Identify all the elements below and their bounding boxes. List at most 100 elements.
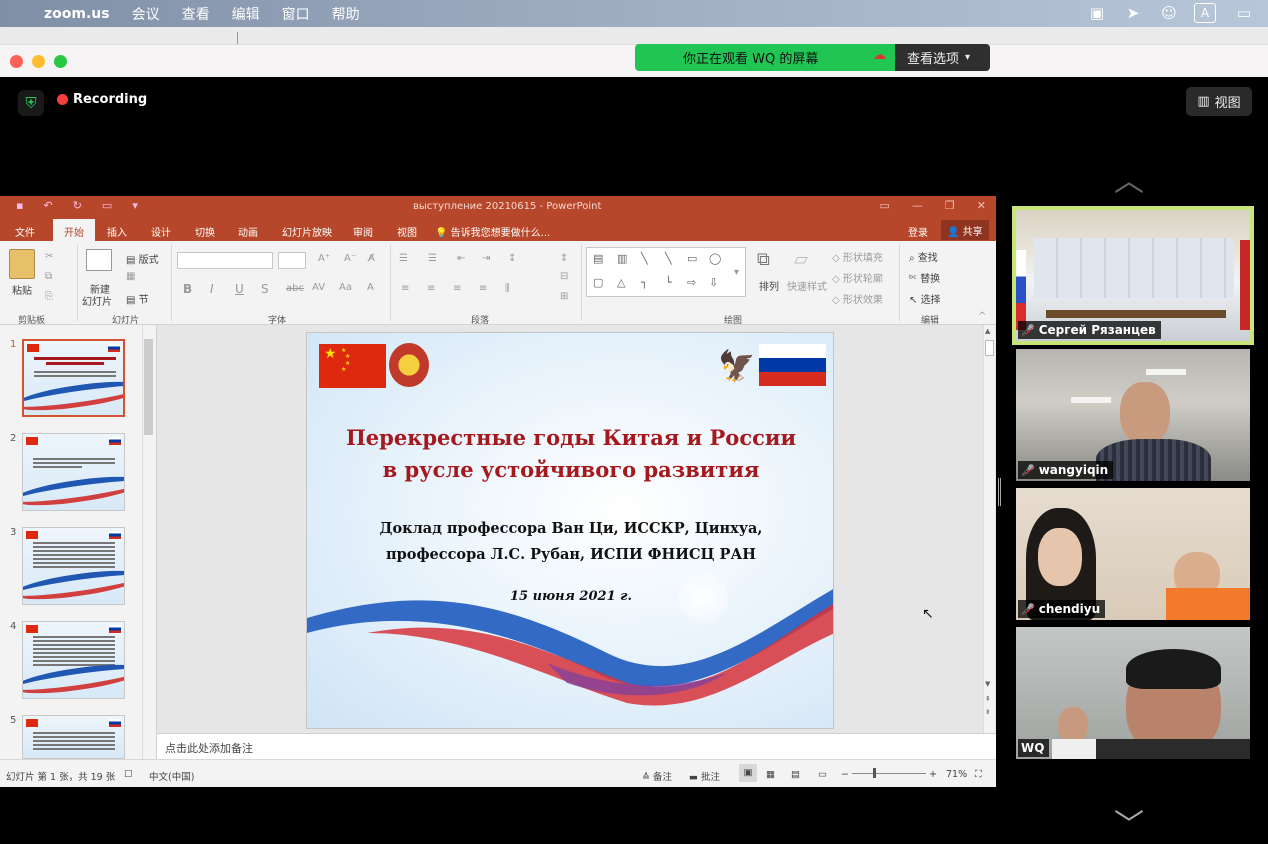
- tab-home[interactable]: 开始: [53, 219, 95, 241]
- columns-icon[interactable]: ⫼: [505, 283, 510, 294]
- slide-scrollbar[interactable]: ▲ ▼ ⇞ ⇟: [983, 325, 995, 733]
- tell-me-box[interactable]: 💡 告诉我您想要做什么...: [435, 224, 550, 239]
- ppt-minimize-icon[interactable]: —: [912, 199, 923, 212]
- triangle-shape-icon[interactable]: △: [617, 276, 625, 289]
- slide-thumbnail-4[interactable]: [22, 621, 125, 699]
- align-center-icon[interactable]: ≡: [427, 283, 435, 294]
- language-status[interactable]: 中文(中国): [149, 769, 194, 783]
- italic-icon[interactable]: I: [210, 282, 214, 296]
- connector-shape-icon[interactable]: ┐: [641, 276, 648, 289]
- normal-view-icon[interactable]: ▣: [739, 764, 757, 782]
- comments-toggle[interactable]: ▬ 批注: [689, 769, 720, 783]
- shape-fill-button[interactable]: ◇ 形状填充: [832, 249, 883, 264]
- chevron-up-icon[interactable]: ︿: [1114, 156, 1144, 200]
- replace-button[interactable]: ᵇᶜ 替换: [909, 270, 940, 285]
- start-slideshow-icon[interactable]: ▭: [102, 199, 112, 212]
- decrease-indent-icon[interactable]: ⇤: [457, 253, 465, 264]
- chevron-down-icon[interactable]: ﹀: [1114, 800, 1144, 844]
- arrange-icon[interactable]: ⧉: [757, 249, 770, 270]
- tab-view[interactable]: 视图: [397, 224, 417, 239]
- minimize-window-button[interactable]: [32, 55, 45, 68]
- reset-icon[interactable]: ▦: [126, 271, 135, 282]
- line2-shape-icon[interactable]: ╲: [665, 252, 672, 265]
- tab-animations[interactable]: 动画: [238, 224, 258, 239]
- align-left-icon[interactable]: ≡: [401, 283, 409, 294]
- roundrect-shape-icon[interactable]: ▢: [593, 276, 603, 289]
- wechat-icon[interactable]: ☺: [1158, 3, 1180, 23]
- menu-window[interactable]: 窗口: [282, 4, 310, 24]
- shapes-more-icon[interactable]: ▾: [734, 267, 739, 278]
- redo-icon[interactable]: ↻: [73, 199, 82, 212]
- ppt-close-icon[interactable]: ✕: [977, 199, 986, 212]
- copy-icon[interactable]: ⧉: [45, 271, 52, 282]
- slide-thumbnail-1[interactable]: [22, 339, 125, 417]
- numbering-icon[interactable]: ☰: [428, 253, 437, 264]
- arrow-down-shape-icon[interactable]: ⇩: [709, 276, 718, 289]
- slide-thumbnail-5[interactable]: [22, 715, 125, 759]
- save-icon[interactable]: ▪: [16, 199, 23, 212]
- security-shield-icon[interactable]: ⛨: [18, 90, 44, 116]
- zoom-out-icon[interactable]: −: [841, 769, 849, 780]
- input-source-icon[interactable]: A: [1194, 3, 1216, 23]
- line-spacing-icon[interactable]: ↕: [508, 253, 516, 264]
- cut-icon[interactable]: ✂: [45, 251, 53, 262]
- clear-format-icon[interactable]: A̸: [368, 253, 375, 264]
- zoom-in-icon[interactable]: +: [929, 769, 937, 780]
- close-window-button[interactable]: [10, 55, 23, 68]
- oval-shape-icon[interactable]: ◯: [709, 252, 721, 265]
- slide-sorter-icon[interactable]: ▦: [766, 769, 775, 780]
- reading-view-icon[interactable]: ▤: [791, 769, 800, 780]
- fit-to-window-icon[interactable]: ⛶: [975, 769, 982, 780]
- find-button[interactable]: ⌕ 查找: [909, 249, 938, 264]
- font-name-input[interactable]: [177, 252, 273, 269]
- view-button[interactable]: ▥ 视图: [1186, 87, 1252, 116]
- slide-thumbnail-3[interactable]: [22, 527, 125, 605]
- ribbon-display-icon[interactable]: ▭: [880, 199, 890, 212]
- notes-toggle[interactable]: ≙ 备注: [642, 769, 672, 783]
- zoom-window-button[interactable]: [54, 55, 67, 68]
- send-icon[interactable]: ➤: [1122, 3, 1144, 23]
- format-painter-icon[interactable]: ⎘: [45, 291, 53, 302]
- zoom-camera-icon[interactable]: ▣: [1086, 3, 1108, 23]
- align-right-icon[interactable]: ≡: [453, 283, 461, 294]
- ppt-restore-icon[interactable]: ❐: [945, 199, 955, 212]
- undo-icon[interactable]: ↶: [43, 199, 52, 212]
- rect-shape-icon[interactable]: ▭: [687, 252, 697, 265]
- shadow-icon[interactable]: S: [261, 282, 269, 296]
- layout-button[interactable]: ▤ 版式: [126, 251, 159, 266]
- login-link[interactable]: 登录: [908, 224, 928, 239]
- new-slide-label-2[interactable]: 幻灯片: [82, 293, 112, 308]
- bullets-icon[interactable]: ☰: [399, 253, 408, 264]
- zoom-slider-thumb[interactable]: [873, 768, 876, 778]
- participant-tile-1[interactable]: 🎤̸ Сергей Рязанцев: [1012, 206, 1254, 345]
- panel-resize-handle[interactable]: [998, 478, 1001, 506]
- notes-pane[interactable]: 点击此处添加备注: [157, 733, 996, 759]
- recording-indicator[interactable]: Recording: [57, 92, 147, 107]
- shape-outline-button[interactable]: ◇ 形状轮廓: [832, 270, 883, 285]
- tab-file[interactable]: 文件: [15, 224, 35, 239]
- shape-effects-button[interactable]: ◇ 形状效果: [832, 291, 883, 306]
- share-button[interactable]: 👤 共享: [941, 220, 989, 240]
- collapse-ribbon-icon[interactable]: ^: [978, 311, 986, 322]
- new-slide-icon[interactable]: [86, 249, 112, 271]
- connector2-shape-icon[interactable]: └: [665, 276, 672, 289]
- font-size-input[interactable]: [278, 252, 306, 269]
- menu-help[interactable]: 帮助: [332, 4, 360, 24]
- align-text-icon[interactable]: ⊟: [560, 271, 568, 282]
- shapes-gallery[interactable]: ▤ ▥ ╲ ╲ ▭ ◯ ▢ △ ┐ └ ⇨ ⇩: [586, 247, 746, 297]
- zoom-percent[interactable]: 71%: [946, 769, 967, 780]
- quick-styles-icon[interactable]: ▱: [794, 249, 808, 270]
- justify-icon[interactable]: ≡: [479, 283, 487, 294]
- menu-view[interactable]: 查看: [182, 4, 210, 24]
- participant-tile-3[interactable]: 🎤̸ chendiyu: [1016, 488, 1250, 620]
- current-slide[interactable]: ★ ★ ★ ★ ★ 🦅 Перекрестные годы Китая и Ро…: [306, 332, 834, 729]
- strikethrough-icon[interactable]: abc: [286, 283, 304, 294]
- bold-icon[interactable]: B: [183, 282, 192, 296]
- decrease-font-icon[interactable]: A⁻: [344, 253, 356, 264]
- increase-font-icon[interactable]: A⁺: [318, 253, 330, 264]
- vertical-textbox-shape-icon[interactable]: ▥: [617, 252, 627, 265]
- customize-qat-icon[interactable]: ▾: [132, 199, 138, 212]
- view-options-button[interactable]: 查看选项 ▾: [895, 44, 990, 71]
- textbox-shape-icon[interactable]: ▤: [593, 252, 603, 265]
- paste-button[interactable]: 粘贴: [12, 282, 32, 297]
